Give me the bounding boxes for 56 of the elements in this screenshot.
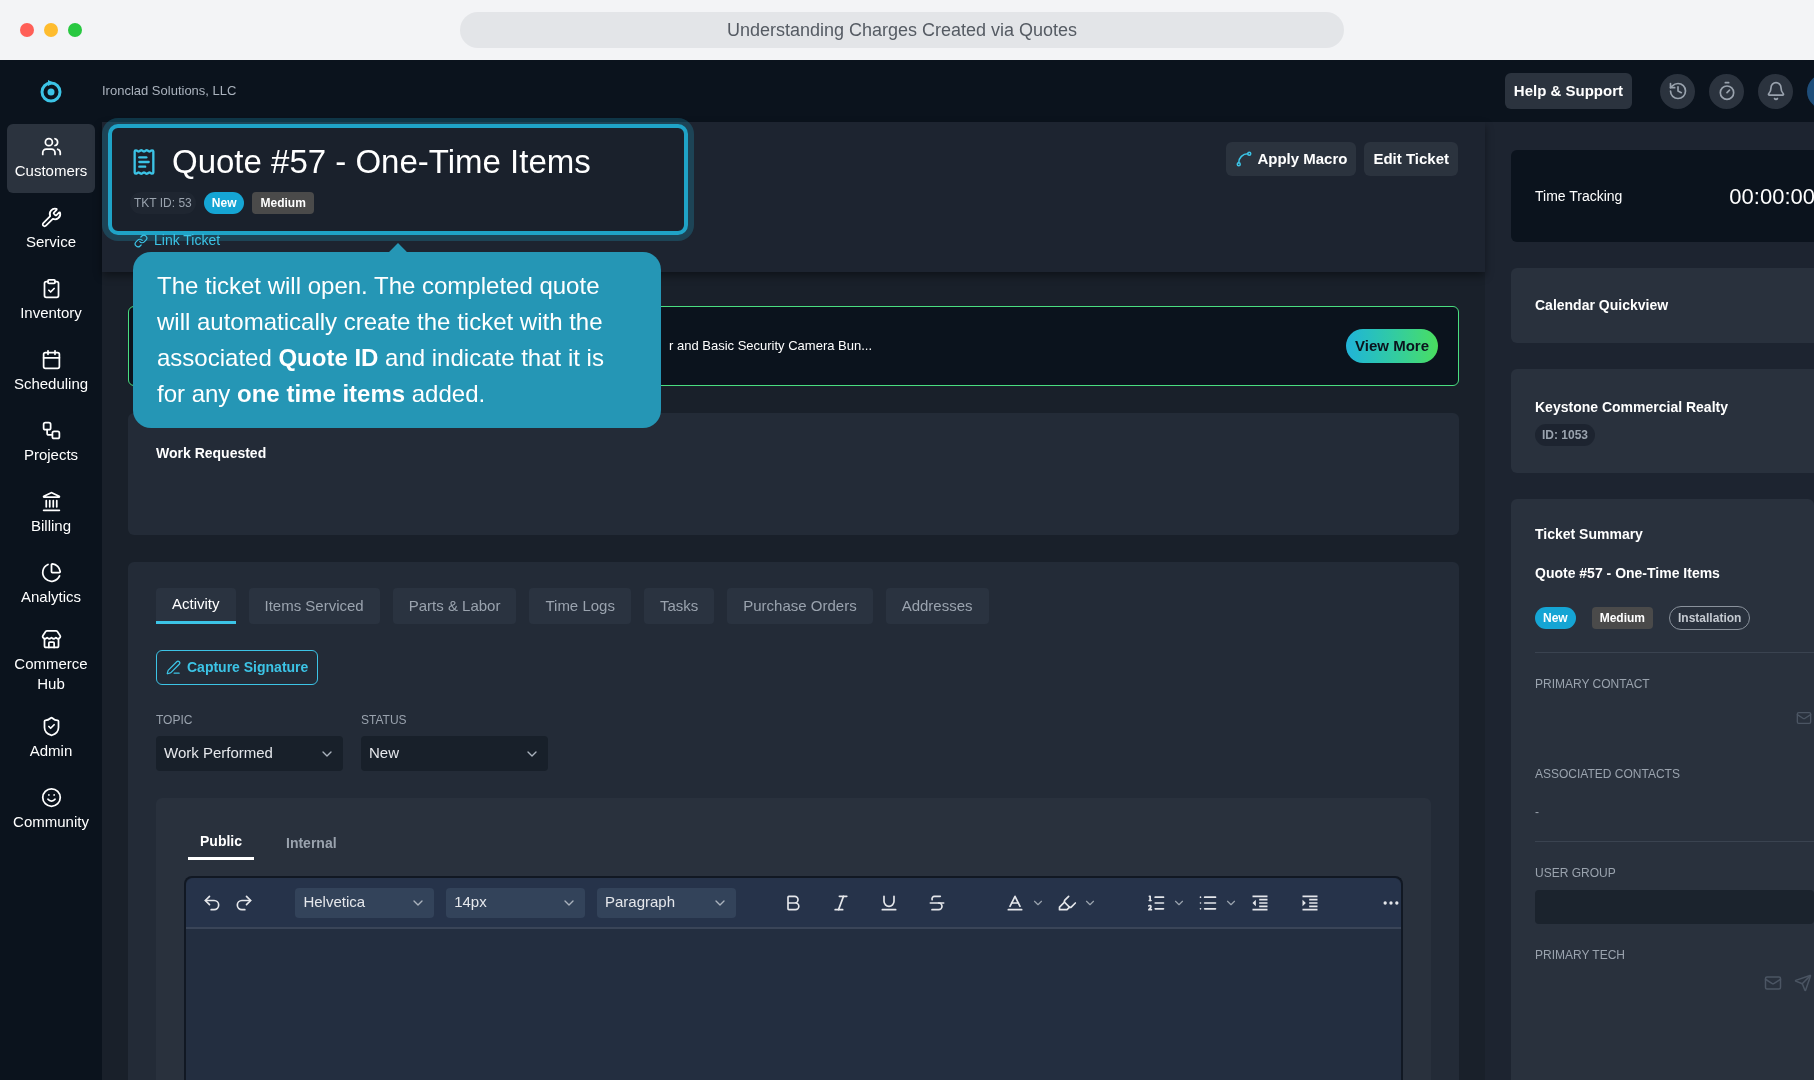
customer-name: Keystone Commercial Realty <box>1535 397 1729 417</box>
section-tab[interactable]: Purchase Orders <box>727 588 873 624</box>
view-more-button[interactable]: View More <box>1346 329 1438 363</box>
sidebar-item[interactable]: Admin <box>7 704 95 773</box>
font-select[interactable]: Helvetica <box>295 887 435 918</box>
header-action-button[interactable]: Apply Macro <box>1226 142 1357 176</box>
section-tab[interactable]: Activity <box>156 588 236 624</box>
field-label: TOPIC <box>156 712 194 729</box>
section-tab[interactable]: Tasks <box>643 588 715 624</box>
timer-value: 00:00:00 <box>1729 182 1814 211</box>
header-action-button[interactable]: Edit Ticket <box>1364 142 1458 176</box>
sidebar-item[interactable]: Analytics <box>7 550 95 619</box>
font-size-select[interactable]: 14px <box>446 887 585 918</box>
section-tab[interactable]: Items Serviced <box>248 588 380 624</box>
summary-section-label: ASSOCIATED CONTACTS <box>1535 766 1681 783</box>
sidebar-item[interactable]: Community <box>7 775 95 844</box>
callout-text: The ticket will open. The completed quote will automatically create the ticket with the associated Quote ID and indicate that it is for any one time items added. <box>157 271 605 409</box>
address-bar[interactable]: Understanding Charges Created via Quotes <box>460 12 1344 48</box>
ticket-badge: New <box>1535 607 1576 629</box>
summary-section-label: USER GROUP <box>1535 865 1617 882</box>
company-name: Ironclad Solutions, LLC <box>102 82 237 101</box>
sidebar-item[interactable]: Commerce Hub <box>7 621 95 702</box>
editor-tab[interactable]: Public <box>188 826 254 860</box>
summary-section-label: PRIMARY TECH <box>1535 947 1627 964</box>
dropdown-field[interactable]: New <box>361 736 548 771</box>
time-tracking-label: Time Tracking <box>1535 186 1623 206</box>
section-tab[interactable]: Time Logs <box>529 588 631 624</box>
ticket-title: Quote #57 - One-Time Items <box>172 142 591 182</box>
dropdown-field[interactable]: Work Performed <box>156 736 343 771</box>
calendar-title: Calendar Quickview <box>1535 296 1669 315</box>
summary-section-label: PRIMARY CONTACT <box>1535 676 1651 693</box>
help-support-button[interactable]: Help & Support <box>1504 73 1632 109</box>
ticket-badge: Medium <box>1591 607 1654 629</box>
sidebar-item[interactable]: Scheduling <box>7 337 95 406</box>
text-editor[interactable]: Helvetica 14px Paragraph <box>184 876 1403 1080</box>
section-value: - <box>1535 804 1540 821</box>
block-format-select[interactable]: Paragraph <box>596 887 736 918</box>
sidebar-item[interactable]: Customers <box>7 124 95 193</box>
ticket-id: TKT ID: 53 <box>130 192 196 214</box>
ticket-badge: Medium <box>252 192 314 214</box>
editor-tab[interactable]: Internal <box>274 826 349 860</box>
ticket-badge: New <box>203 192 245 214</box>
work-requested-label: Work Requested <box>156 445 267 461</box>
sidebar-item[interactable]: Billing <box>7 479 95 548</box>
sidebar-item[interactable]: Projects <box>7 408 95 477</box>
summary-title: Quote #57 - One-Time Items <box>1535 564 1721 583</box>
capture-signature-button[interactable]: Capture Signature <box>156 650 319 685</box>
section-tab[interactable]: Parts & Labor <box>392 588 517 624</box>
customer-id: ID: 1053 <box>1535 423 1596 446</box>
link-ticket-button[interactable]: Link Ticket <box>128 232 227 249</box>
field-label: STATUS <box>361 712 408 729</box>
summary-heading: Ticket Summary <box>1535 525 1644 544</box>
section-tab[interactable]: Addresses <box>885 588 989 624</box>
sidebar-item[interactable]: Inventory <box>7 266 95 335</box>
banner-text: r and Basic Security Camera Bun... <box>669 337 873 356</box>
sidebar-item[interactable]: Service <box>7 195 95 264</box>
